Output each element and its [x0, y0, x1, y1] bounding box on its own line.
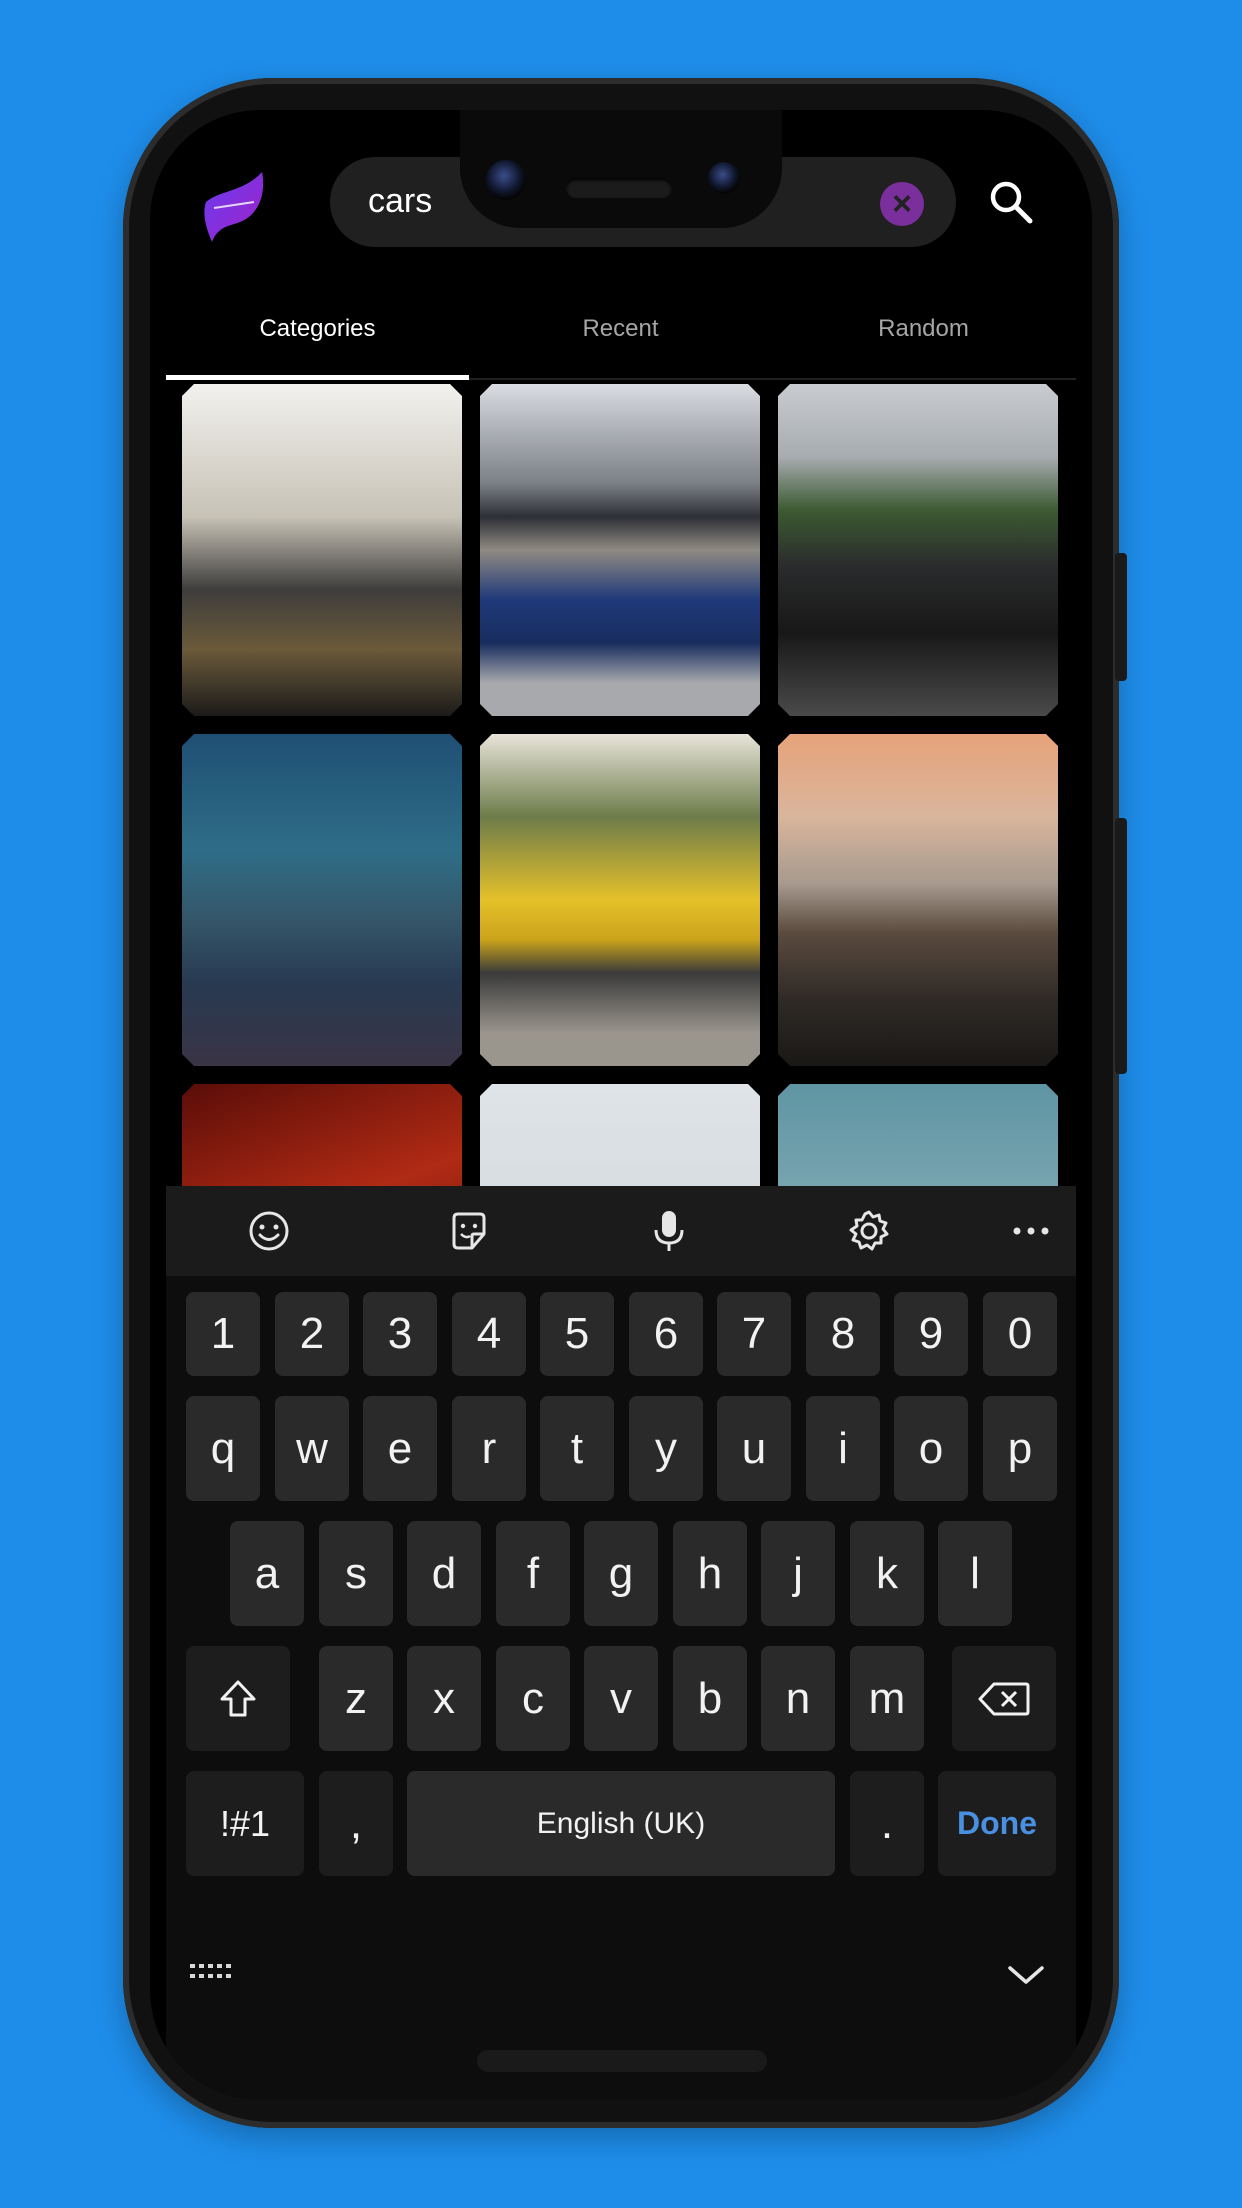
key-9[interactable]: 9 [894, 1292, 968, 1376]
home-indicator[interactable] [477, 2050, 767, 2072]
key-m[interactable]: m [850, 1646, 924, 1751]
key-5[interactable]: 5 [540, 1292, 614, 1376]
volume-button [1115, 818, 1127, 1074]
key-g[interactable]: g [584, 1521, 658, 1626]
key-x[interactable]: x [407, 1646, 481, 1751]
search-icon[interactable] [986, 177, 1036, 227]
key-o[interactable]: o [894, 1396, 968, 1501]
key-c[interactable]: c [496, 1646, 570, 1751]
front-sensor [708, 162, 740, 194]
key-b[interactable]: b [673, 1646, 747, 1751]
key-l[interactable]: l [938, 1521, 1012, 1626]
wallpaper-thumbnail[interactable] [480, 384, 760, 716]
phone-screen: × Categories Recent Random [150, 110, 1092, 2100]
keyboard-grip-icon[interactable] [190, 1962, 238, 1982]
backspace-key[interactable] [952, 1646, 1056, 1751]
backspace-icon [978, 1682, 1030, 1715]
key-y[interactable]: y [629, 1396, 703, 1501]
key-p[interactable]: p [983, 1396, 1057, 1501]
key-i[interactable]: i [806, 1396, 880, 1501]
key-t[interactable]: t [540, 1396, 614, 1501]
keyboard-toolbar [166, 1186, 1076, 1276]
wallpaper-thumbnail[interactable] [182, 734, 462, 1066]
key-u[interactable]: u [717, 1396, 791, 1501]
more-options-icon[interactable] [1008, 1208, 1054, 1254]
shift-arrow-icon [220, 1680, 256, 1716]
close-icon: × [892, 185, 912, 223]
comma-key[interactable]: , [319, 1771, 393, 1876]
key-d[interactable]: d [407, 1521, 481, 1626]
symbols-key[interactable]: !#1 [186, 1771, 304, 1876]
clear-search-button[interactable]: × [880, 182, 924, 226]
wallpaper-thumbnail[interactable] [778, 734, 1058, 1066]
key-4[interactable]: 4 [452, 1292, 526, 1376]
key-q[interactable]: q [186, 1396, 260, 1501]
key-a[interactable]: a [230, 1521, 304, 1626]
shift-key[interactable] [186, 1646, 290, 1751]
key-7[interactable]: 7 [717, 1292, 791, 1376]
hide-keyboard-chevron-icon[interactable] [1006, 1962, 1046, 1986]
key-f[interactable]: f [496, 1521, 570, 1626]
key-s[interactable]: s [319, 1521, 393, 1626]
key-w[interactable]: w [275, 1396, 349, 1501]
key-k[interactable]: k [850, 1521, 924, 1626]
emoji-icon[interactable] [246, 1208, 292, 1254]
key-n[interactable]: n [761, 1646, 835, 1751]
notch [460, 110, 782, 228]
tab-random[interactable]: Random [772, 280, 1075, 378]
microphone-icon[interactable] [646, 1208, 692, 1254]
wallpaper-thumbnail[interactable] [778, 384, 1058, 716]
key-v[interactable]: v [584, 1646, 658, 1751]
key-6[interactable]: 6 [629, 1292, 703, 1376]
key-2[interactable]: 2 [275, 1292, 349, 1376]
tab-recent[interactable]: Recent [469, 280, 772, 378]
space-bar[interactable]: English (UK) [407, 1771, 835, 1876]
tab-bar: Categories Recent Random [166, 280, 1076, 380]
front-camera [486, 160, 526, 200]
key-z[interactable]: z [319, 1646, 393, 1751]
key-1[interactable]: 1 [186, 1292, 260, 1376]
key-r[interactable]: r [452, 1396, 526, 1501]
period-key[interactable]: . [850, 1771, 924, 1876]
key-3[interactable]: 3 [363, 1292, 437, 1376]
settings-gear-icon[interactable] [846, 1208, 892, 1254]
key-h[interactable]: h [673, 1521, 747, 1626]
on-screen-keyboard: 1 2 3 4 5 6 7 8 9 0 q w e r t y u i o p … [166, 1186, 1076, 2100]
power-button [1115, 553, 1127, 681]
key-8[interactable]: 8 [806, 1292, 880, 1376]
key-j[interactable]: j [761, 1521, 835, 1626]
wallpaper-thumbnail[interactable] [480, 734, 760, 1066]
earpiece-speaker [566, 178, 672, 198]
key-e[interactable]: e [363, 1396, 437, 1501]
wallpaper-thumbnail[interactable] [182, 384, 462, 716]
key-0[interactable]: 0 [983, 1292, 1057, 1376]
sticker-icon[interactable] [446, 1208, 492, 1254]
done-key[interactable]: Done [938, 1771, 1056, 1876]
tab-categories[interactable]: Categories [166, 280, 469, 378]
app-logo[interactable] [200, 162, 272, 246]
tab-indicator [166, 375, 469, 380]
